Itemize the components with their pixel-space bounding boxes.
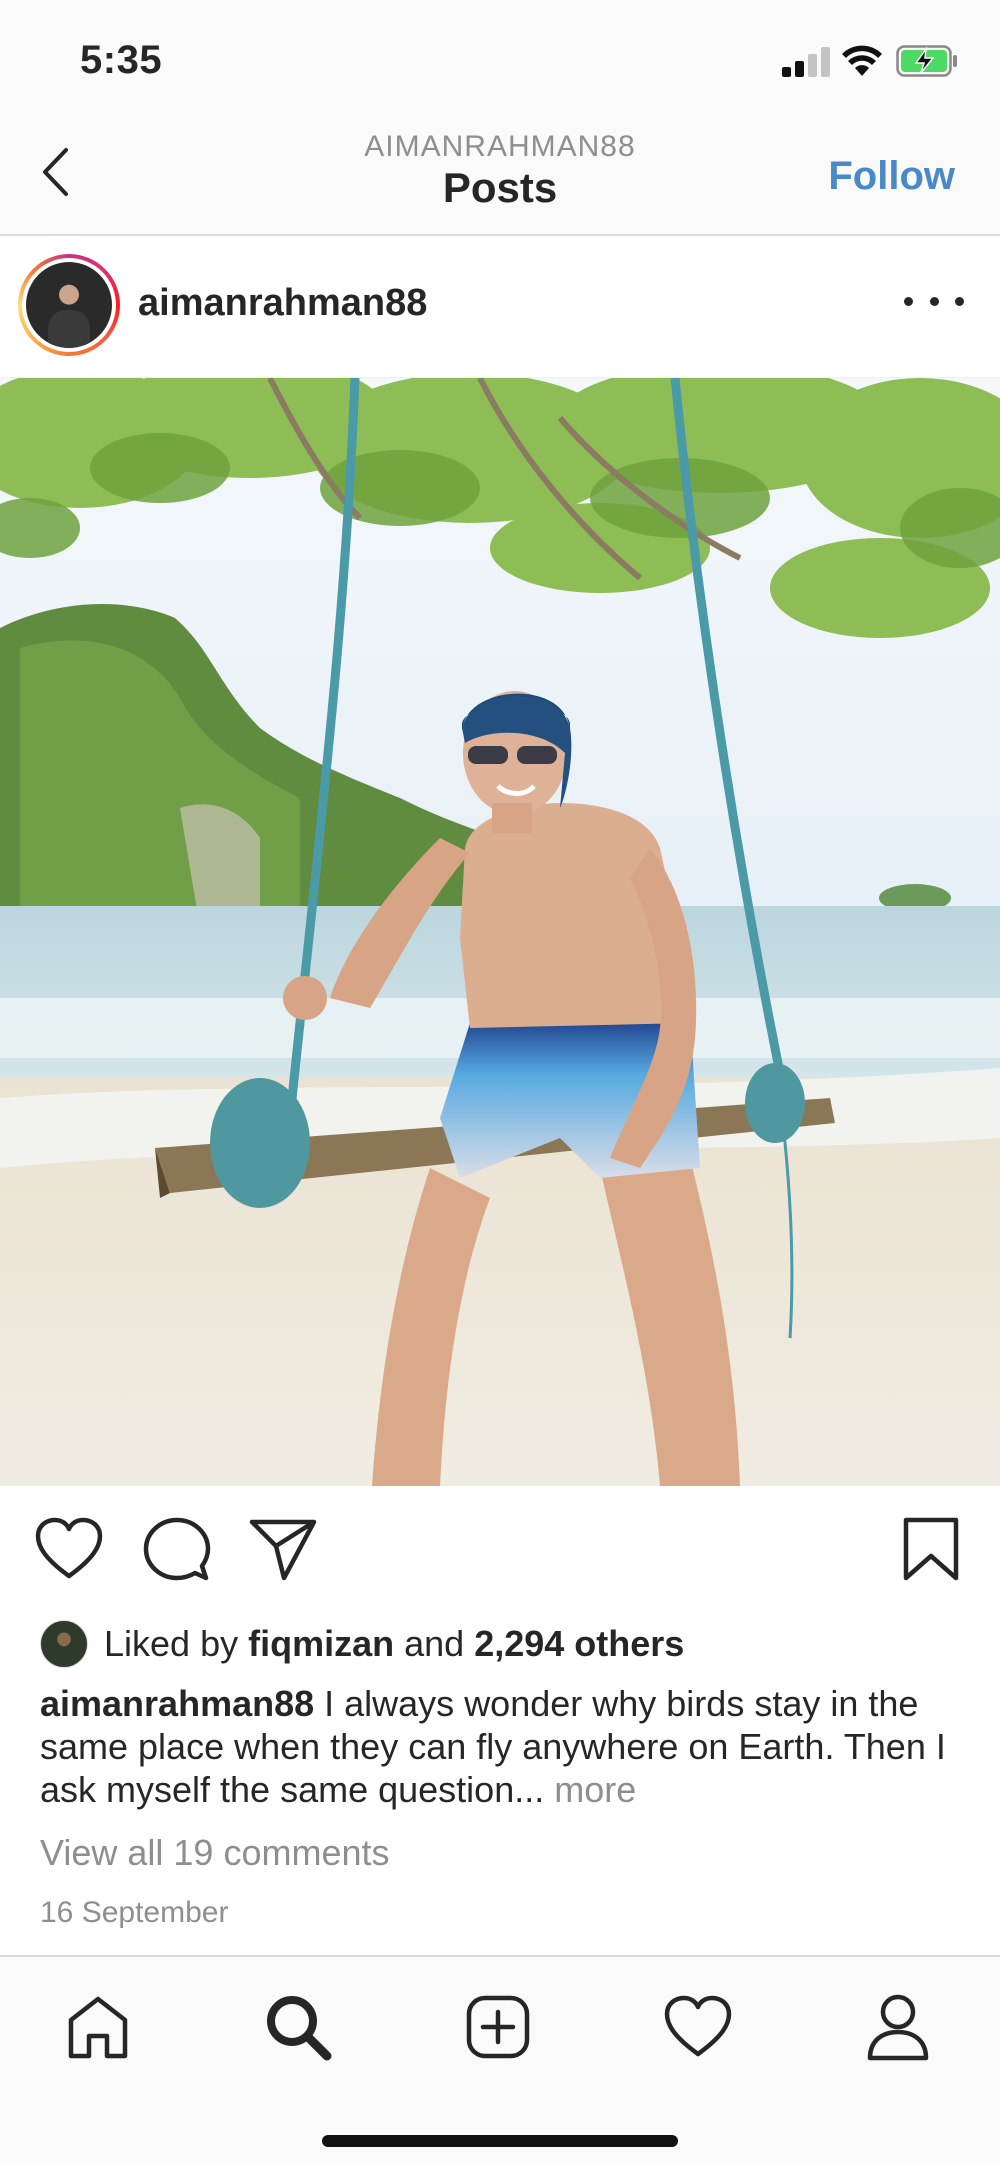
battery-charging-icon	[896, 45, 957, 77]
status-time: 5:35	[80, 38, 163, 82]
likes-middle: and	[394, 1623, 475, 1664]
follow-button[interactable]: Follow	[828, 154, 955, 199]
search-icon	[267, 1996, 332, 2061]
beach-swing-photo	[0, 378, 1000, 1486]
tab-profile[interactable]	[858, 1987, 938, 2067]
bookmark-icon[interactable]	[896, 1516, 966, 1582]
wifi-icon	[842, 45, 882, 76]
story-ring[interactable]	[18, 254, 120, 356]
likes-summary[interactable]: Liked by fiqmizan and 2,294 others	[40, 1616, 684, 1672]
tab-activity[interactable]	[658, 1987, 738, 2067]
heart-icon[interactable]	[34, 1516, 104, 1582]
caption: aimanrahman88 I always wonder why birds …	[40, 1682, 980, 1811]
status-bar: 5:35	[0, 0, 1000, 120]
tab-new-post[interactable]	[458, 1987, 538, 2067]
caption-username[interactable]: aimanrahman88	[40, 1683, 314, 1724]
paper-plane-icon[interactable]	[248, 1516, 318, 1582]
likes-prefix: Liked by	[104, 1623, 249, 1664]
nav-header: AIMANRAHMAN88 Posts Follow	[0, 120, 1000, 236]
activity-heart-icon	[664, 1995, 732, 2057]
caption-more-link[interactable]: more	[554, 1769, 636, 1810]
tab-bar	[0, 1955, 1000, 2165]
home-indicator[interactable]	[322, 2135, 678, 2147]
post-header: aimanrahman88	[0, 236, 1000, 378]
new-post-icon	[466, 1995, 530, 2059]
avatar[interactable]	[26, 262, 112, 348]
tab-search[interactable]	[258, 1987, 338, 2067]
home-icon	[68, 1996, 128, 2059]
comment-icon[interactable]	[142, 1516, 212, 1582]
liker-avatar[interactable]	[40, 1620, 88, 1668]
view-comments-link[interactable]: View all 19 comments	[40, 1832, 390, 1874]
liker-username[interactable]: fiqmizan	[248, 1623, 394, 1665]
likes-count[interactable]: 2,294 others	[474, 1623, 684, 1665]
cellular-signal-icon	[782, 47, 832, 77]
tab-home[interactable]	[58, 1987, 138, 2067]
profile-icon	[867, 1994, 929, 2061]
post-date: 16 September	[40, 1896, 229, 1929]
post-actions	[0, 1486, 1000, 1610]
more-horizontal-icon[interactable]	[904, 286, 964, 316]
post-username[interactable]: aimanrahman88	[138, 282, 427, 325]
post-meta: Liked by fiqmizan and 2,294 others aiman…	[0, 1610, 1000, 1955]
post-image[interactable]	[0, 378, 1000, 1486]
